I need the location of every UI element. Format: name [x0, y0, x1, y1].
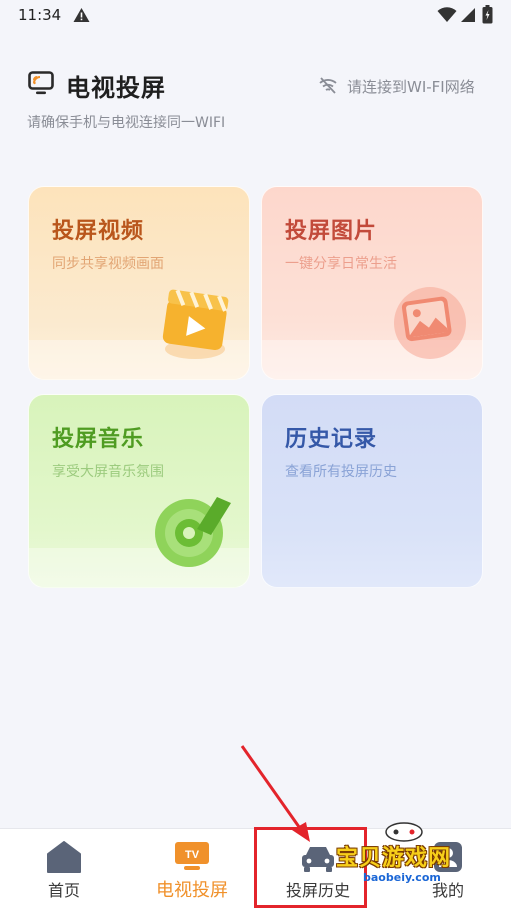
watermark-text: 宝贝游戏网: [336, 846, 452, 871]
nav-item-tv-cast[interactable]: TV 电视投屏: [140, 829, 244, 908]
tv-logo-icon: [28, 71, 54, 95]
nav-item-home[interactable]: 首页: [20, 829, 108, 908]
wifi-status-link[interactable]: 请连接到WI-FI网络: [347, 76, 475, 97]
card-desc: 享受大屏音乐氛围: [52, 464, 164, 480]
nav-label: 首页: [47, 881, 80, 900]
music-disc-icon: [155, 497, 231, 567]
home-icon: [47, 841, 81, 873]
card-desc: 一键分享日常生活: [285, 256, 397, 272]
tv-icon: TV: [175, 842, 209, 870]
warning-icon: [73, 8, 90, 22]
page-title: 电视投屏: [66, 74, 166, 102]
card-history[interactable]: 历史记录 查看所有投屏历史: [261, 394, 483, 588]
wifi-icon: [437, 7, 457, 22]
card-cast-video[interactable]: 投屏视频 同步共享视频画面: [28, 186, 250, 380]
status-bar: 11:34: [0, 0, 511, 32]
card-desc: 同步共享视频画面: [52, 256, 164, 272]
page-subtitle: 请确保手机与电视连接同一WIFI: [27, 115, 226, 131]
card-title: 投屏视频: [52, 219, 145, 244]
card-title: 历史记录: [285, 427, 378, 452]
signal-icon: [461, 8, 475, 22]
tv-badge: TV: [185, 849, 200, 861]
card-cast-music[interactable]: 投屏音乐 享受大屏音乐氛围: [28, 394, 250, 588]
nav-label: 电视投屏: [156, 880, 228, 901]
card-title: 投屏图片: [285, 219, 378, 244]
battery-icon: [482, 5, 493, 24]
watermark-url: baobeiy.com: [363, 871, 441, 884]
card-title: 投屏音乐: [52, 427, 145, 452]
status-time: 11:34: [18, 6, 62, 24]
wifi-off-icon[interactable]: [318, 77, 338, 94]
card-desc: 查看所有投屏历史: [285, 464, 397, 480]
film-clapper-icon: [162, 289, 229, 359]
picture-icon: [394, 287, 466, 359]
card-cast-image[interactable]: 投屏图片 一键分享日常生活: [261, 186, 483, 380]
